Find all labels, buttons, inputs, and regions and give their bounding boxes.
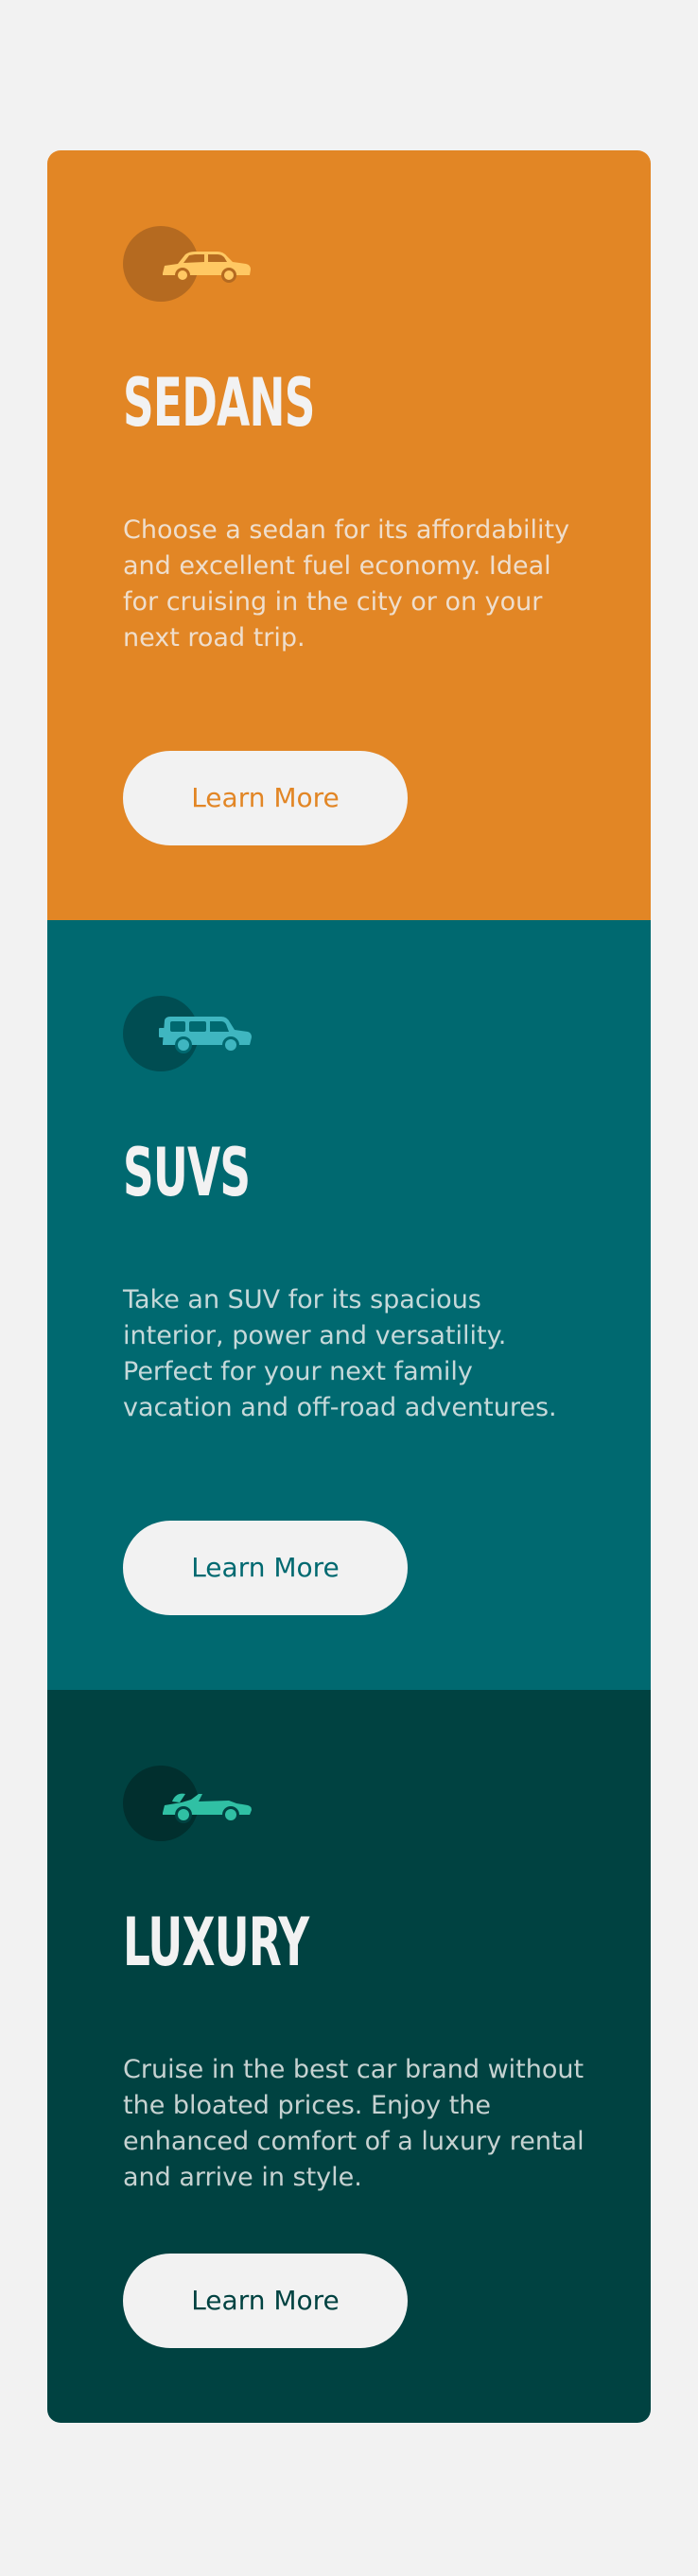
sedan-car-icon <box>123 226 255 302</box>
card-description: Cruise in the best car brand without the… <box>123 2055 585 2192</box>
suvs-learn-more-button[interactable]: Learn More <box>123 1521 408 1615</box>
card-description: Choose a sedan for its affordability and… <box>123 515 570 653</box>
luxury-car-icon <box>123 1766 255 1841</box>
suv-car-icon <box>123 996 255 1071</box>
sedans-learn-more-button[interactable]: Learn More <box>123 751 408 845</box>
card-description: Take an SUV for its spacious interior, p… <box>123 1285 557 1422</box>
card-title: SEDANS <box>123 364 315 442</box>
luxury-learn-more-button[interactable]: Learn More <box>123 2254 408 2348</box>
card-title: SUVS <box>123 1134 251 1211</box>
suvs-card: SUVS Take an SUV for its spacious interi… <box>47 920 651 1690</box>
card-title: LUXURY <box>123 1904 309 1981</box>
luxury-card: LUXURY Cruise in the best car brand with… <box>47 1690 651 2423</box>
sedans-card: SEDANS Choose a sedan for its affordabil… <box>47 150 651 920</box>
car-category-cards: SEDANS Choose a sedan for its affordabil… <box>47 150 651 2423</box>
